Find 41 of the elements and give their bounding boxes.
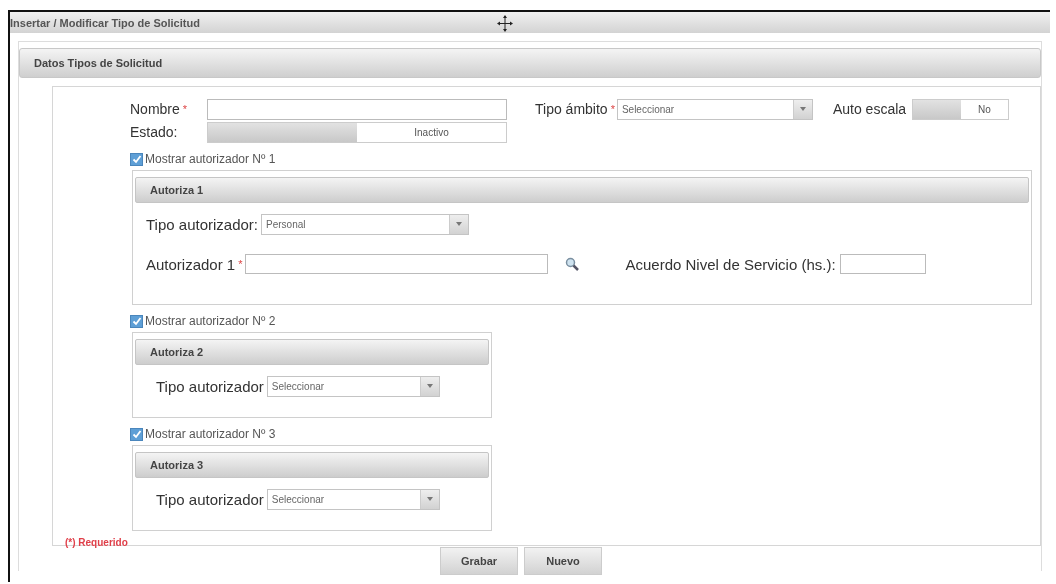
group-header: Autoriza 1: [135, 177, 1029, 203]
input-field[interactable]: [244, 254, 548, 274]
field-label: Auto escala: [832, 101, 907, 117]
required-mark: *: [238, 258, 243, 270]
field-label: Autorizador 1: [146, 255, 236, 273]
group-header: Autoriza 2: [135, 339, 489, 365]
field-label: Tipo autorizador:: [146, 215, 258, 233]
caret-icon: [426, 497, 433, 501]
action-button[interactable]: Nuevo: [524, 547, 602, 575]
field-label: Acuerdo Nivel de Servicio (hs.):: [625, 255, 836, 273]
caret-icon: [456, 222, 462, 226]
required-mark: *: [610, 103, 615, 115]
search-icon[interactable]: [564, 257, 579, 271]
toggle-switch[interactable]: Inactivo: [207, 121, 507, 143]
field-label: Tipo autorizador: [156, 490, 264, 508]
required-mark: *: [182, 103, 188, 115]
group-header: Autoriza 3: [135, 452, 489, 478]
field-label: Tipo ámbito: [535, 101, 608, 117]
field-label: Tipo autorizador: [156, 377, 264, 395]
input-field[interactable]: [839, 254, 926, 274]
panel-header: Datos Tipos de Solicitud: [19, 48, 1041, 78]
checkbox[interactable]: [130, 427, 143, 441]
checkbox[interactable]: [130, 314, 143, 328]
move-cursor-icon: [497, 15, 513, 32]
window-title: Insertar / Modificar Tipo de Solicitud: [10, 16, 200, 29]
caret-icon: [799, 107, 806, 111]
dropdown-select[interactable]: Seleccionar: [266, 488, 440, 510]
caret-icon: [426, 384, 433, 388]
dropdown-select[interactable]: Seleccionar: [266, 375, 440, 397]
input-field[interactable]: [207, 98, 507, 120]
required-note: (*) Requerido: [65, 537, 129, 548]
dropdown-select[interactable]: Seleccionar: [616, 98, 813, 120]
checkbox-label: Mostrar autorizador Nº 3: [145, 427, 276, 441]
toggle-switch[interactable]: No: [912, 98, 1010, 120]
dropdown-select[interactable]: Personal: [261, 213, 469, 235]
checkbox-label: Mostrar autorizador Nº 2: [145, 314, 276, 328]
field-label: Nombre: [130, 101, 180, 117]
field-label: Estado:: [130, 124, 178, 140]
checkbox[interactable]: [130, 152, 143, 166]
action-button[interactable]: Grabar: [440, 547, 518, 575]
checkbox-label: Mostrar autorizador Nº 1: [145, 152, 276, 166]
